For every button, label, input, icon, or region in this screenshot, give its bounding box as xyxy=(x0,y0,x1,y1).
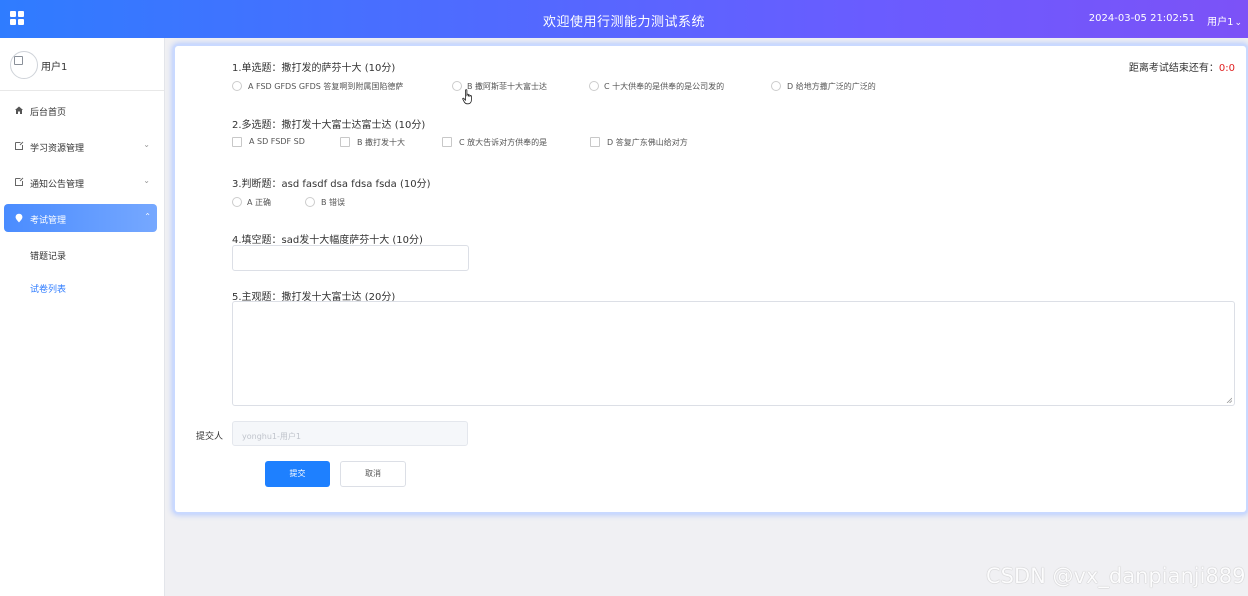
top-header: 欢迎使用行测能力测试系统 2024-03-05 21:02:51 用户1⌄ xyxy=(0,0,1248,38)
app-title: 欢迎使用行测能力测试系统 xyxy=(542,15,705,30)
cancel-button[interactable]: 取消 xyxy=(340,461,406,487)
submitter-input: yonghu1-用户1 xyxy=(232,421,468,446)
checkbox[interactable] xyxy=(340,137,350,147)
avatar xyxy=(10,51,38,79)
sidebar-item-notices[interactable]: 通知公告管理 ⌄ xyxy=(0,168,164,196)
user-menu-dropdown[interactable]: 用户1⌄ xyxy=(1207,13,1242,28)
question-1-title: 1.单选题：撒打发的萨芬十大 (10分) xyxy=(232,63,396,74)
question-4-title: 4.填空题：sad发十大幅度萨芬十大 (10分) xyxy=(232,235,423,246)
sidebar-item-label: 后台首页 xyxy=(30,108,67,118)
option-label: A SD FSDF SD xyxy=(249,137,305,146)
radio-button[interactable] xyxy=(589,81,599,91)
chevron-down-icon: ⌄ xyxy=(143,140,150,149)
sidebar-subitem-paper-list[interactable]: 试卷列表 xyxy=(30,282,66,295)
radio-button[interactable] xyxy=(305,197,315,207)
checkbox[interactable] xyxy=(442,137,452,147)
resize-grip-icon[interactable] xyxy=(1226,397,1232,403)
sidebar: 用户1 后台首页 学习资源管理 ⌄ 通知公告管理 ⌄ 考试管理 ⌃ 错题记录 试… xyxy=(0,38,165,596)
option-label: D 给地方撒广泛的广泛的 xyxy=(787,82,876,91)
sidebar-item-label: 学习资源管理 xyxy=(30,144,85,154)
chevron-down-icon: ⌄ xyxy=(1234,18,1242,28)
hand-pointer-cursor-icon xyxy=(462,89,472,105)
radio-button[interactable] xyxy=(232,197,242,207)
fill-in-answer-input[interactable] xyxy=(232,245,469,271)
radio-button[interactable] xyxy=(771,81,781,91)
submit-button[interactable]: 提交 xyxy=(265,461,330,487)
sidebar-user: 用户1 xyxy=(0,38,164,91)
radio-button[interactable] xyxy=(452,81,462,91)
sidebar-user-name: 用户1 xyxy=(41,62,68,73)
option-label: A 正确 xyxy=(247,198,272,207)
document-icon xyxy=(15,141,24,150)
option-label: B 错误 xyxy=(321,198,346,207)
option-label: C 放大告诉对方供奉的是 xyxy=(459,138,548,147)
chevron-down-icon: ⌄ xyxy=(143,176,150,185)
sidebar-item-exam-management[interactable]: 考试管理 ⌃ xyxy=(4,204,157,232)
exam-timer: 距离考试结束还有：0:0 xyxy=(1129,59,1235,74)
checkbox[interactable] xyxy=(232,137,242,147)
option-label: B 撒阿斯菲十大富士达 xyxy=(467,82,548,91)
sidebar-item-home[interactable]: 后台首页 xyxy=(0,96,164,124)
submitter-label: 提交人 xyxy=(196,432,224,442)
option-label: B 撒打发十大 xyxy=(357,138,406,147)
sidebar-item-label: 通知公告管理 xyxy=(30,180,85,190)
sidebar-subitem-wrong-answers[interactable]: 错题记录 xyxy=(30,249,66,262)
checkbox[interactable] xyxy=(590,137,600,147)
option-label: A FSD GFDS GFDS 答复啊到附属国陷德萨 xyxy=(248,82,404,91)
timer-label: 距离考试结束还有： xyxy=(1128,63,1219,74)
sidebar-item-label: 考试管理 xyxy=(30,216,67,226)
radio-button[interactable] xyxy=(232,81,242,91)
user-menu-label: 用户1 xyxy=(1207,17,1234,28)
question-3-title: 3.判断题：asd fasdf dsa fdsa fsda (10分) xyxy=(232,179,431,190)
timer-value: 0:0 xyxy=(1218,63,1235,74)
chevron-up-icon: ⌃ xyxy=(144,212,151,221)
document-icon xyxy=(15,177,24,186)
home-icon xyxy=(15,106,23,114)
option-label: D 答复广东佛山给对方 xyxy=(607,138,688,147)
subjective-answer-textarea[interactable] xyxy=(232,301,1235,406)
sidebar-item-learning-resources[interactable]: 学习资源管理 ⌄ xyxy=(0,132,164,160)
option-label: C 十大供奉的是供奉的是公司发的 xyxy=(604,82,725,91)
location-pin-icon xyxy=(15,213,23,223)
watermark: CSDN @vx_danpianji889 xyxy=(986,564,1246,588)
question-2-title: 2.多选题：撒打发十大富士达富士达 (10分) xyxy=(232,120,426,131)
header-datetime: 2024-03-05 21:02:51 xyxy=(1088,13,1195,24)
